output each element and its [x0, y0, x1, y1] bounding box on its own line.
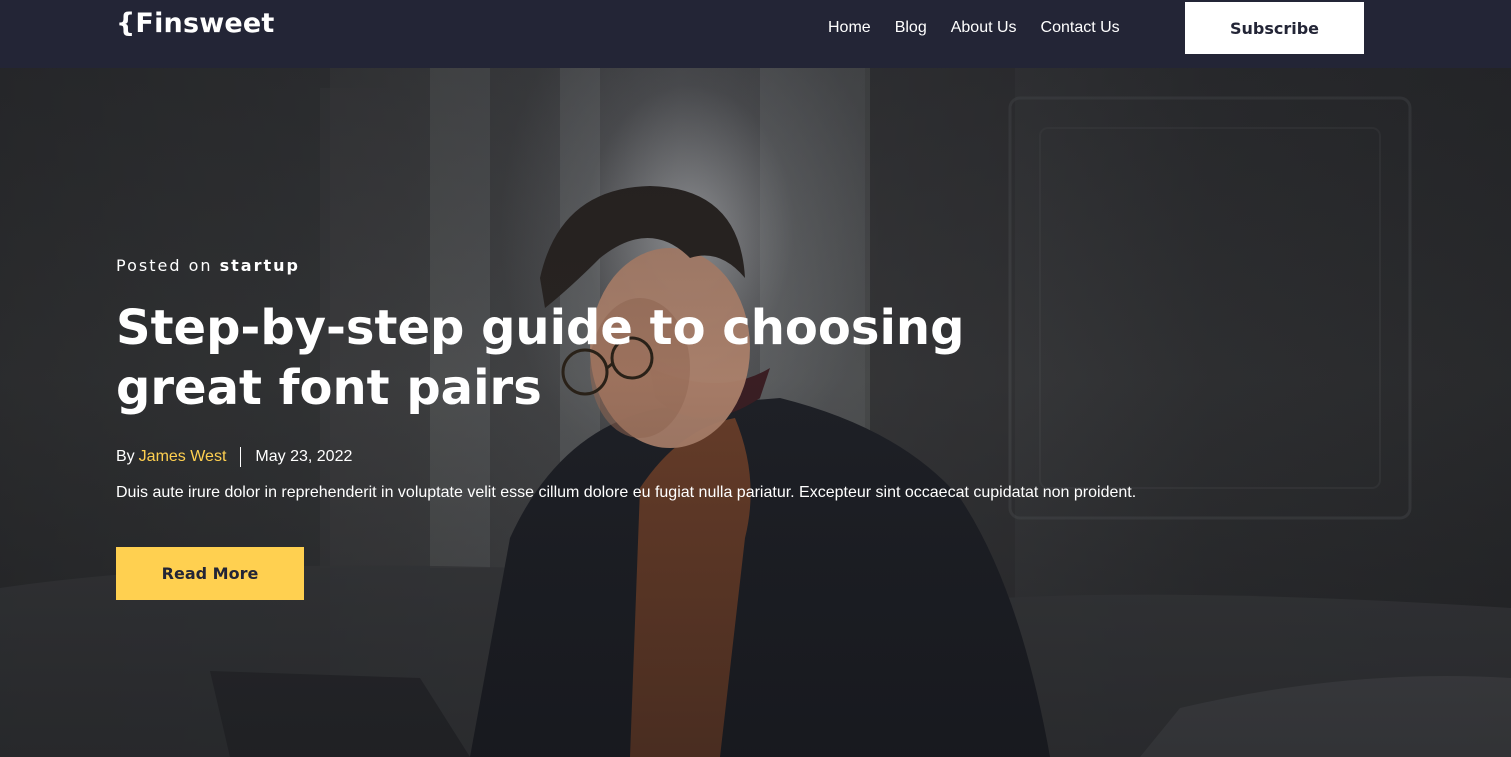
- post-meta: By James West May 23, 2022: [116, 447, 352, 467]
- post-excerpt: Duis aute irure dolor in reprehenderit i…: [116, 484, 1137, 501]
- read-more-button[interactable]: Read More: [116, 547, 304, 600]
- meta-divider: [240, 447, 242, 467]
- post-category-link[interactable]: startup: [220, 256, 300, 275]
- main-nav: Home Blog About Us Contact Us: [828, 19, 1144, 37]
- nav-blog-link[interactable]: Blog: [895, 19, 927, 37]
- nav-about-us-link[interactable]: About Us: [951, 19, 1017, 37]
- subscribe-button[interactable]: Subscribe: [1185, 2, 1364, 54]
- top-navigation-bar: {Finsweet Home Blog About Us Contact Us …: [0, 0, 1511, 68]
- post-title: Step-by-step guide to choosing great fon…: [116, 300, 965, 416]
- posted-on-label: Posted on: [116, 256, 213, 275]
- post-category-line: Posted on startup: [116, 256, 300, 275]
- by-label: By: [116, 448, 135, 465]
- author-link[interactable]: James West: [139, 448, 227, 466]
- site-logo[interactable]: {Finsweet: [116, 8, 275, 39]
- nav-contact-us-link[interactable]: Contact Us: [1041, 19, 1120, 37]
- post-date: May 23, 2022: [255, 448, 353, 465]
- hero-section: Posted on startup Step-by-step guide to …: [0, 68, 1511, 757]
- nav-home-link[interactable]: Home: [828, 19, 871, 37]
